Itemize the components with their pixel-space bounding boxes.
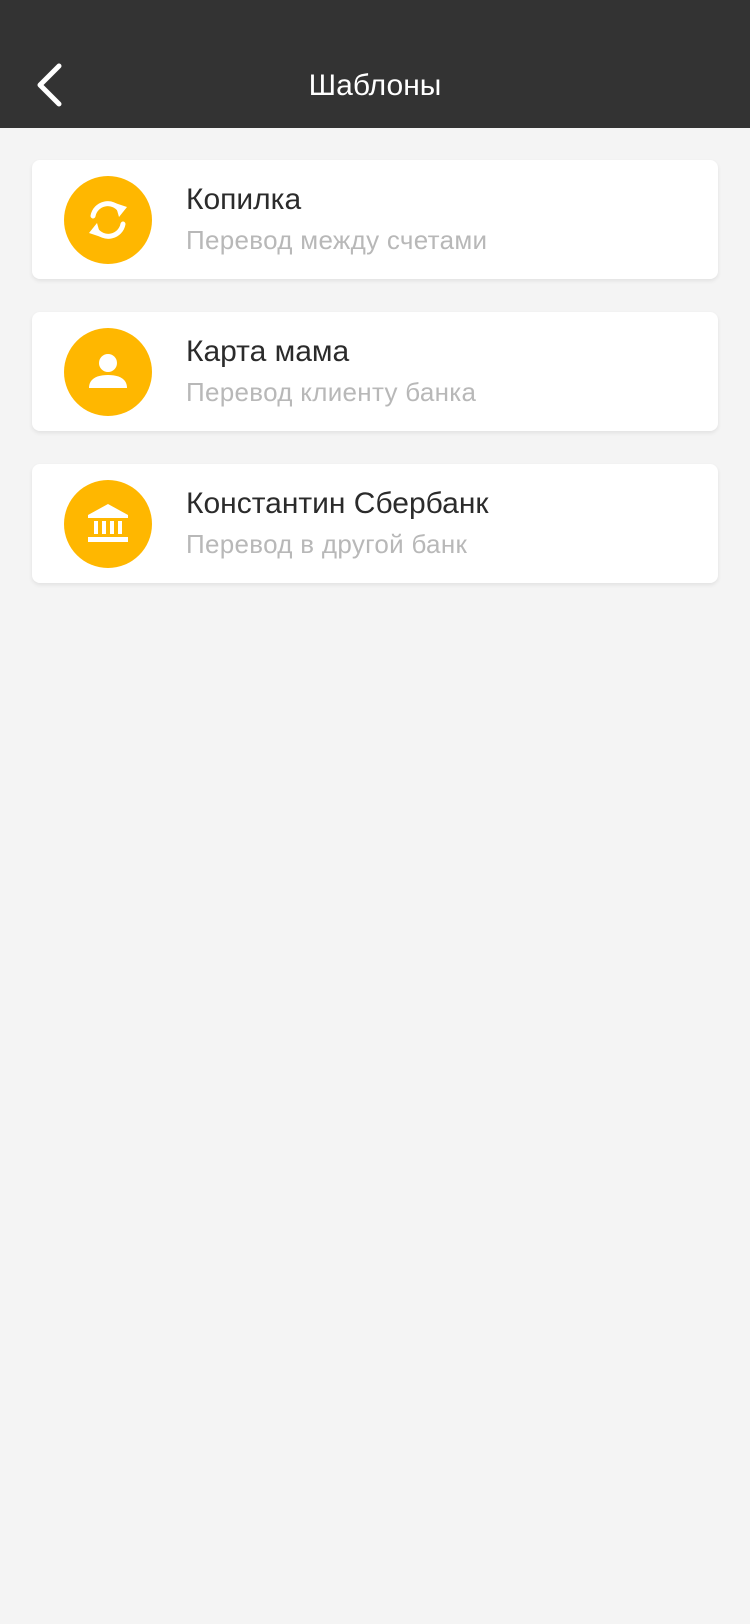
person-icon xyxy=(89,354,127,388)
template-subtitle: Перевод между счетами xyxy=(186,225,488,255)
template-icon-circle xyxy=(64,176,152,264)
template-title: Константин Сбербанк xyxy=(186,487,489,520)
template-item-konstantin-sberbank[interactable]: Константин Сбербанк Перевод в другой бан… xyxy=(32,464,718,583)
template-item-karta-mama[interactable]: Карта мама Перевод клиенту банка xyxy=(32,312,718,431)
template-subtitle: Перевод клиенту банка xyxy=(186,377,477,407)
template-item-kopilka[interactable]: Копилка Перевод между счетами xyxy=(32,160,718,279)
template-title: Копилка xyxy=(186,183,302,216)
templates-list: Копилка Перевод между счетами Карта мама… xyxy=(32,160,718,616)
top-app-bar: Шаблоны xyxy=(0,0,750,128)
bank-icon xyxy=(88,504,128,542)
template-icon-circle xyxy=(64,480,152,568)
template-title: Карта мама xyxy=(186,335,350,368)
template-icon-circle xyxy=(64,328,152,416)
template-subtitle: Перевод в другой банк xyxy=(186,529,468,559)
refresh-arrows-icon xyxy=(89,201,127,239)
page-title: Шаблоны xyxy=(308,69,442,102)
